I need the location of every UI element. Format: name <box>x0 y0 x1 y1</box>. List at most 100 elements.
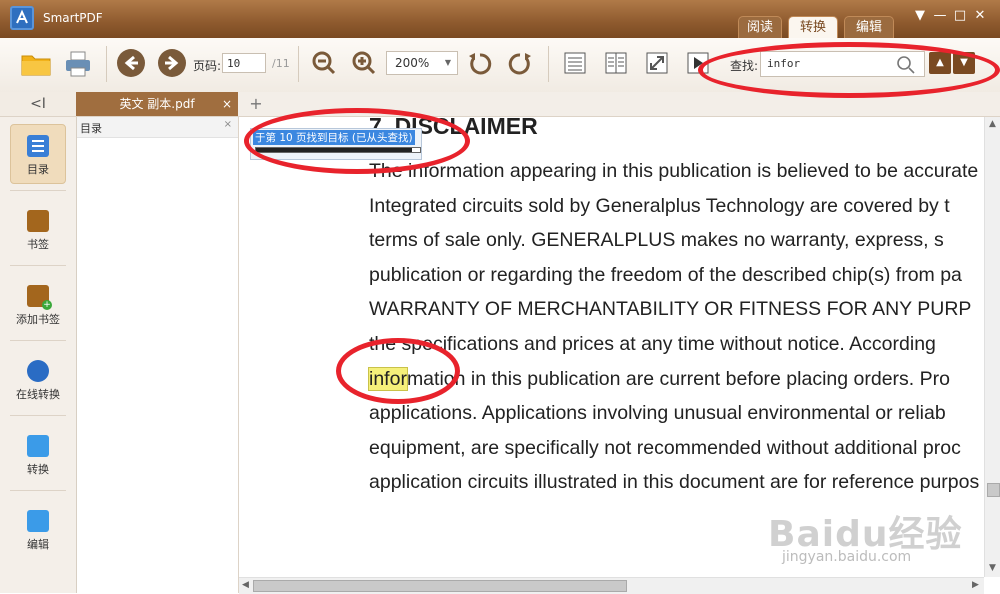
minimize-icon[interactable]: — <box>930 8 950 23</box>
search-prev-button[interactable]: ▲ <box>929 52 951 74</box>
rotate-cw-icon <box>508 53 531 75</box>
sidebar-item-convert[interactable]: 转换 <box>10 425 66 485</box>
single-page-button[interactable] <box>562 50 594 82</box>
fit-page-button[interactable] <box>644 50 676 82</box>
document-line: application circuits illustrated in this… <box>369 471 980 493</box>
rotate-ccw-icon <box>469 53 492 75</box>
zoom-out-button[interactable] <box>310 49 342 81</box>
search-label: 查找: <box>730 59 759 73</box>
single-page-icon <box>564 52 586 74</box>
document-tab[interactable]: 英文 副本.pdf × <box>76 92 238 116</box>
zoom-out-icon <box>312 51 336 75</box>
scroll-up-icon[interactable]: ▲ <box>989 119 996 129</box>
document-line: WARRANTY OF MERCHANTABILITY OR FITNESS F… <box>369 298 972 320</box>
page-total: /11 <box>272 57 290 70</box>
arrow-right-icon <box>158 49 186 77</box>
zoom-in-icon <box>352 51 376 75</box>
tab-edit[interactable]: 编辑 <box>844 16 894 39</box>
toc-icon <box>27 135 49 157</box>
toc-title: 目录 <box>80 122 102 135</box>
add-bookmark-icon: + <box>27 285 52 310</box>
chevron-down-icon: ▼ <box>444 58 451 67</box>
search-progress-fill <box>256 148 412 152</box>
sidebar-item-label: 在线转换 <box>16 388 60 401</box>
search-icon[interactable] <box>896 55 916 75</box>
document-line: equipment, are specifically not recommen… <box>369 437 961 459</box>
tab-read[interactable]: 阅读 <box>738 16 782 39</box>
sidebar-item-label: 转换 <box>27 463 49 476</box>
close-tab-icon[interactable]: × <box>220 92 234 116</box>
document-tab-strip: 英文 副本.pdf × + <box>76 92 1000 117</box>
search-input-value: infor <box>767 57 801 70</box>
edit-icon <box>27 510 49 532</box>
document-line: terms of sale only. GENERALPLUS makes no… <box>369 229 944 251</box>
document-line: the specifications and prices at any tim… <box>369 333 936 355</box>
toc-header: 目录 × <box>77 117 238 138</box>
zoom-value: 200% <box>395 56 430 70</box>
rotate-right-button[interactable] <box>506 50 538 82</box>
chevron-down-icon: ▼ <box>960 57 968 68</box>
toc-panel: 目录 × <box>77 117 239 593</box>
search-status-popup: 于第 10 页找到目标 (已从头查找) <box>250 128 422 160</box>
document-line: Integrated circuits sold by Generalplus … <box>369 195 950 217</box>
sidebar-item-bookmark[interactable]: 书签 <box>10 200 66 260</box>
document-tab-label: 英文 副本.pdf <box>119 97 195 111</box>
sidebar-item-label: 书签 <box>27 238 49 251</box>
close-panel-icon[interactable]: × <box>224 119 232 130</box>
next-page-button[interactable] <box>158 49 190 81</box>
sidebar-item-toc[interactable]: 目录 <box>10 124 66 184</box>
horizontal-scrollbar[interactable]: ◀ ▶ <box>239 577 984 594</box>
sidebar-item-online-convert[interactable]: 在线转换 <box>10 350 66 410</box>
toolbar: 页码: 10 /11 200% ▼ 查找: infor ▲ ▼ <box>0 38 1000 93</box>
chevron-up-icon: ▲ <box>936 57 944 68</box>
open-folder-button[interactable] <box>20 48 52 80</box>
app-title: SmartPDF <box>43 11 103 25</box>
search-next-button[interactable]: ▼ <box>953 52 975 74</box>
watermark-sub: jingyan.baidu.com <box>782 549 912 565</box>
double-page-button[interactable] <box>603 50 635 82</box>
tab-convert[interactable]: 转换 <box>788 16 838 39</box>
folder-icon <box>21 55 51 76</box>
add-tab-button[interactable]: + <box>246 92 266 116</box>
sidebar-item-label: 添加书签 <box>16 313 60 326</box>
page-number-input[interactable]: 10 <box>222 53 266 73</box>
sidebar-item-label: 编辑 <box>27 538 49 551</box>
double-page-icon <box>605 52 627 74</box>
scroll-down-icon[interactable]: ▼ <box>989 563 996 573</box>
document-line: applications. Applications involving unu… <box>369 402 946 424</box>
scroll-left-icon[interactable]: ◀ <box>242 580 249 590</box>
rotate-left-button[interactable] <box>466 50 498 82</box>
watermark-logo: Baidu经验 jingyan.baidu.com <box>768 505 988 575</box>
online-convert-icon <box>27 360 49 382</box>
document-line: publication or regarding the freedom of … <box>369 264 962 286</box>
search-input[interactable]: infor <box>760 51 925 77</box>
sidebar-item-add-bookmark[interactable]: + 添加书签 <box>10 275 66 335</box>
search-status-text: 于第 10 页找到目标 (已从头查找) <box>253 130 415 145</box>
window-controls: ▼ — □ ✕ <box>910 8 998 28</box>
collapse-sidebar-button[interactable]: <I <box>0 92 76 117</box>
horizontal-scroll-thumb[interactable] <box>253 580 627 592</box>
print-button[interactable] <box>62 48 94 80</box>
bookmark-icon <box>27 210 49 232</box>
close-icon[interactable]: ✕ <box>970 8 990 23</box>
page-label: 页码: <box>193 59 222 73</box>
document-line-rest: mation in this publication are current b… <box>406 368 950 390</box>
sidebar-item-edit[interactable]: 编辑 <box>10 500 66 560</box>
app-logo-icon <box>10 6 34 30</box>
arrow-left-icon <box>117 49 145 77</box>
slideshow-button[interactable] <box>685 50 717 82</box>
prev-page-button[interactable] <box>117 49 149 81</box>
play-icon <box>687 52 709 74</box>
vertical-scroll-thumb[interactable] <box>987 483 1000 497</box>
search-progress-bar <box>255 147 421 153</box>
convert-icon <box>27 435 49 457</box>
zoom-select[interactable]: 200% ▼ <box>386 51 458 75</box>
left-sidebar: <I 目录 书签 + 添加书签 在线转换 转换 编辑 <box>0 92 77 593</box>
maximize-icon[interactable]: □ <box>950 8 970 23</box>
scroll-right-icon[interactable]: ▶ <box>972 580 979 590</box>
fit-screen-icon <box>646 52 668 74</box>
printer-icon <box>66 51 90 77</box>
zoom-in-button[interactable] <box>350 49 382 81</box>
title-bar: SmartPDF 阅读 转换 编辑 ▼ — □ ✕ <box>0 0 1000 39</box>
menu-filter-icon[interactable]: ▼ <box>910 8 930 23</box>
